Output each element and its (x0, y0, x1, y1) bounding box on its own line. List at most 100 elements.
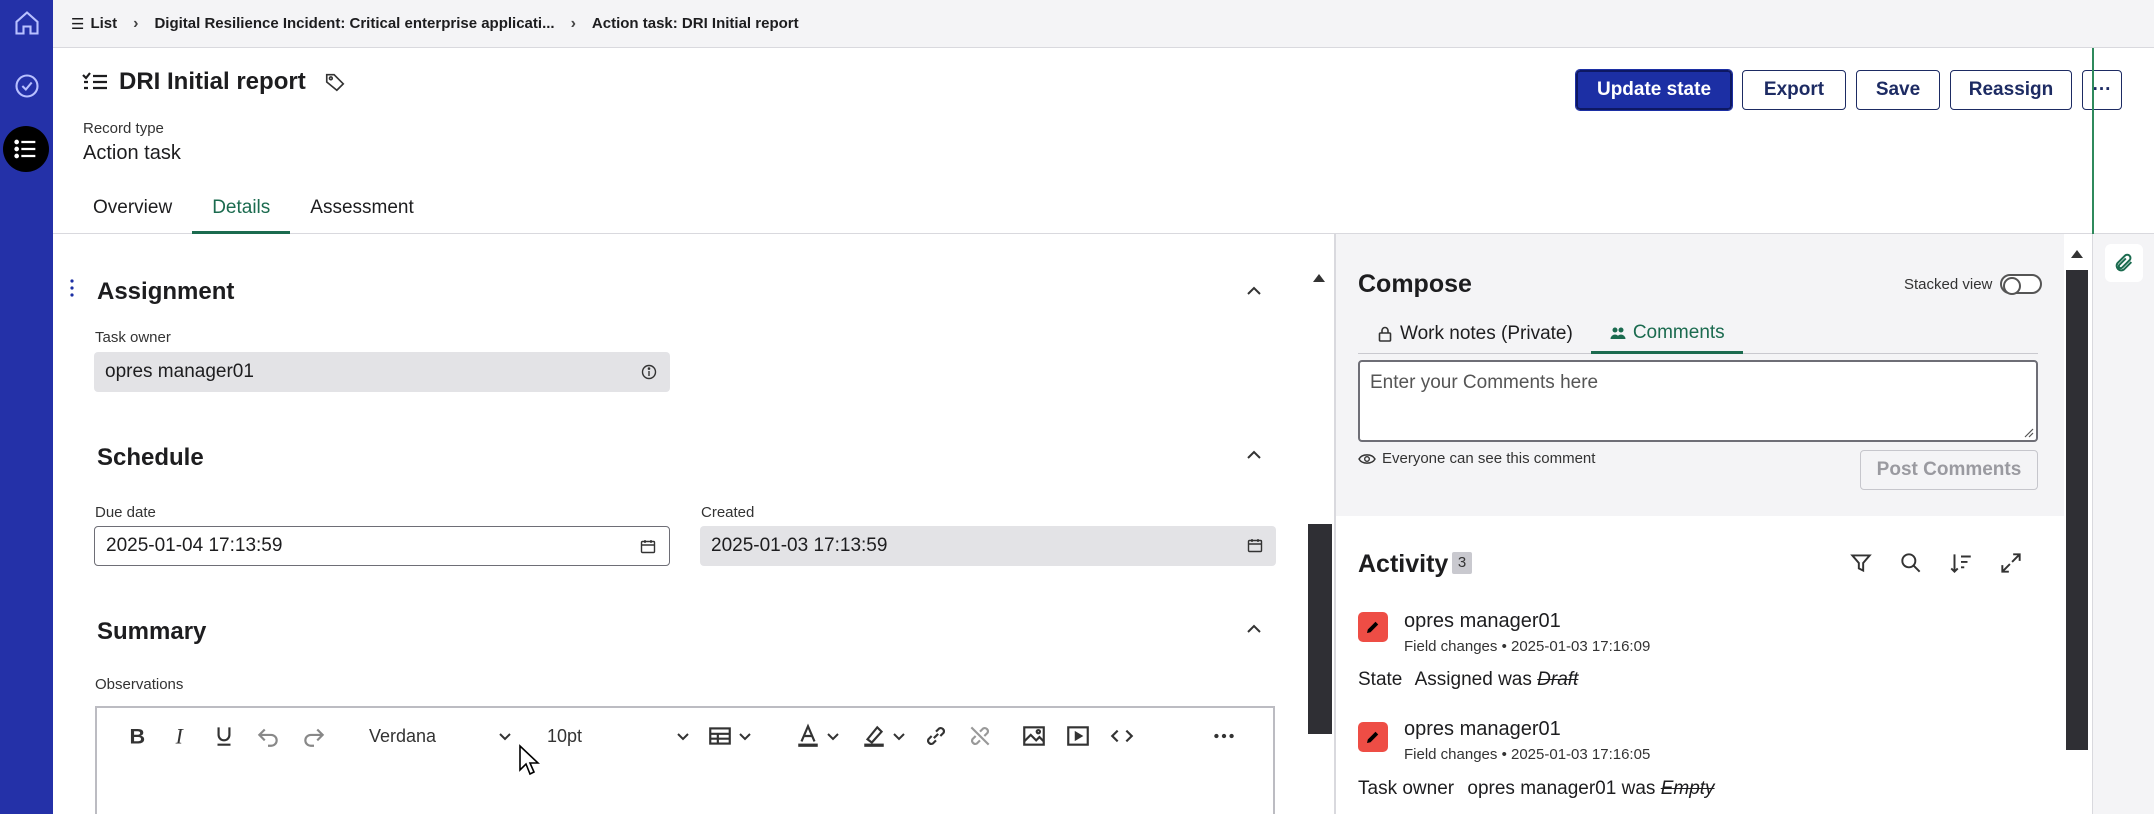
section-title-summary: Summary (97, 618, 207, 645)
check-circle-icon (15, 74, 39, 98)
comment-input[interactable]: Enter your Comments here (1358, 360, 2038, 442)
image-icon (1023, 726, 1045, 746)
activity-count-badge: 3 (1452, 552, 1472, 574)
paperclip-icon (2115, 253, 2133, 272)
font-family-select[interactable]: Verdana (369, 720, 519, 752)
changed-field-name: Task owner (1358, 778, 1455, 799)
expand-icon[interactable] (1998, 550, 2024, 576)
due-date-label: Due date (95, 504, 156, 521)
activity-entry-author[interactable]: opres manager01 (1404, 610, 1561, 633)
bullet-separator: • (1501, 746, 1511, 763)
was-label: was (1621, 778, 1656, 799)
chevron-up-icon[interactable] (1243, 444, 1265, 466)
panel-indicator (2092, 48, 2094, 234)
observations-label: Observations (95, 676, 184, 693)
breadcrumb: ☰ List › Digital Resilience Incident: Cr… (53, 0, 2154, 48)
activity-scrollbar[interactable] (2064, 234, 2092, 814)
visibility-note: Everyone can see this comment (1358, 450, 1595, 467)
section-title-assignment: Assignment (97, 278, 235, 305)
scroll-up-arrow[interactable] (2071, 250, 2083, 258)
form-scrollbar[interactable] (1306, 234, 1334, 814)
details-form: Assignment Task owner opres manager01 Sc… (53, 234, 1333, 814)
reassign-button[interactable]: Reassign (1950, 70, 2072, 110)
rich-text-editor[interactable]: B I Verdana 10pt (95, 706, 1275, 814)
text-color-icon (798, 723, 818, 747)
activity-title: Activity (1358, 550, 1449, 578)
new-value: opres manager01 (1467, 778, 1617, 799)
underline-button[interactable] (211, 720, 237, 752)
italic-button[interactable]: I (167, 720, 193, 752)
post-comments-button[interactable]: Post Comments (1860, 450, 2038, 490)
remove-link-button[interactable] (967, 720, 993, 752)
side-tools (2092, 234, 2154, 814)
stacked-view-toggle[interactable] (2000, 274, 2042, 295)
chevron-down-icon[interactable] (737, 728, 753, 744)
search-icon[interactable] (1898, 550, 1924, 576)
drag-handle-icon[interactable] (69, 278, 75, 298)
scrollbar-thumb[interactable] (1308, 524, 1332, 734)
export-button[interactable]: Export (1742, 70, 1846, 110)
more-toolbar-button[interactable] (1211, 720, 1237, 752)
record-type-label: Record type (83, 120, 164, 137)
calendar-icon[interactable] (639, 538, 657, 556)
activity-entry-meta: Field changes • 2025-01-03 17:16:05 (1404, 746, 1650, 763)
insert-video-button[interactable] (1065, 720, 1091, 752)
tab-details[interactable]: Details (192, 196, 291, 234)
created-label: Created (701, 504, 755, 521)
attachments-button[interactable] (2105, 244, 2143, 282)
filter-icon[interactable] (1848, 550, 1874, 576)
tag-icon[interactable] (324, 71, 346, 93)
resize-handle-icon[interactable] (2022, 426, 2034, 438)
activity-entry-timestamp: 2025-01-03 17:16:09 (1511, 638, 1651, 655)
tab-comments[interactable]: Comments (1590, 314, 1743, 354)
undo-button[interactable] (255, 720, 281, 752)
breadcrumb-separator: › (570, 14, 576, 32)
chevron-up-icon[interactable] (1243, 280, 1265, 302)
redo-button[interactable] (301, 720, 327, 752)
save-button[interactable]: Save (1856, 70, 1940, 110)
breadcrumb-item-list[interactable]: List (90, 15, 117, 32)
record-header: DRI Initial report Record type Action ta… (53, 48, 2154, 234)
bold-button[interactable]: B (123, 720, 149, 752)
highlight-color-button[interactable] (861, 720, 887, 752)
more-actions-button[interactable]: ··· (2082, 70, 2122, 110)
source-code-button[interactable] (1109, 720, 1135, 752)
insert-link-button[interactable] (923, 720, 949, 752)
tasks-button[interactable] (6, 65, 48, 107)
chevron-down-icon[interactable] (825, 728, 841, 744)
text-color-button[interactable] (795, 720, 821, 752)
tab-work-notes-label: Work notes (Private) (1400, 323, 1573, 344)
breadcrumb-item-incident[interactable]: Digital Resilience Incident: Critical en… (154, 15, 554, 32)
record-type-value: Action task (83, 142, 181, 164)
table-button[interactable] (707, 720, 733, 752)
list-icon (14, 139, 36, 159)
breadcrumb-item-current: Action task: DRI Initial report (591, 15, 799, 32)
tab-comments-label: Comments (1632, 321, 1725, 343)
scroll-up-arrow[interactable] (1313, 274, 1325, 282)
font-size-select[interactable]: 10pt (547, 720, 697, 752)
created-value: 2025-01-03 17:13:59 (711, 535, 888, 556)
chevron-down-icon[interactable] (891, 728, 907, 744)
home-icon (15, 11, 39, 35)
tab-overview[interactable]: Overview (73, 196, 192, 234)
compose-section: Compose Stacked view Work notes (Private… (1336, 234, 2066, 516)
list-icon: ☰ (71, 15, 85, 33)
activity-entry-author[interactable]: opres manager01 (1404, 718, 1561, 741)
comment-placeholder: Enter your Comments here (1370, 372, 1599, 393)
sort-icon[interactable] (1948, 550, 1974, 576)
pencil-icon (1367, 731, 1379, 743)
info-icon[interactable] (640, 363, 658, 381)
home-button[interactable] (6, 2, 48, 44)
update-state-button[interactable]: Update state (1575, 69, 1733, 111)
tab-assessment[interactable]: Assessment (290, 196, 433, 234)
scrollbar-thumb[interactable] (2066, 270, 2088, 750)
due-date-field[interactable]: 2025-01-04 17:13:59 (94, 526, 670, 566)
task-owner-field[interactable]: opres manager01 (94, 352, 670, 392)
users-icon (1610, 327, 1626, 339)
chevron-up-icon[interactable] (1243, 618, 1265, 640)
list-nav-button[interactable] (3, 126, 49, 172)
task-owner-label: Task owner (95, 329, 171, 346)
tab-work-notes[interactable]: Work notes (Private) (1358, 314, 1591, 354)
insert-image-button[interactable] (1021, 720, 1047, 752)
table-icon (709, 727, 731, 745)
